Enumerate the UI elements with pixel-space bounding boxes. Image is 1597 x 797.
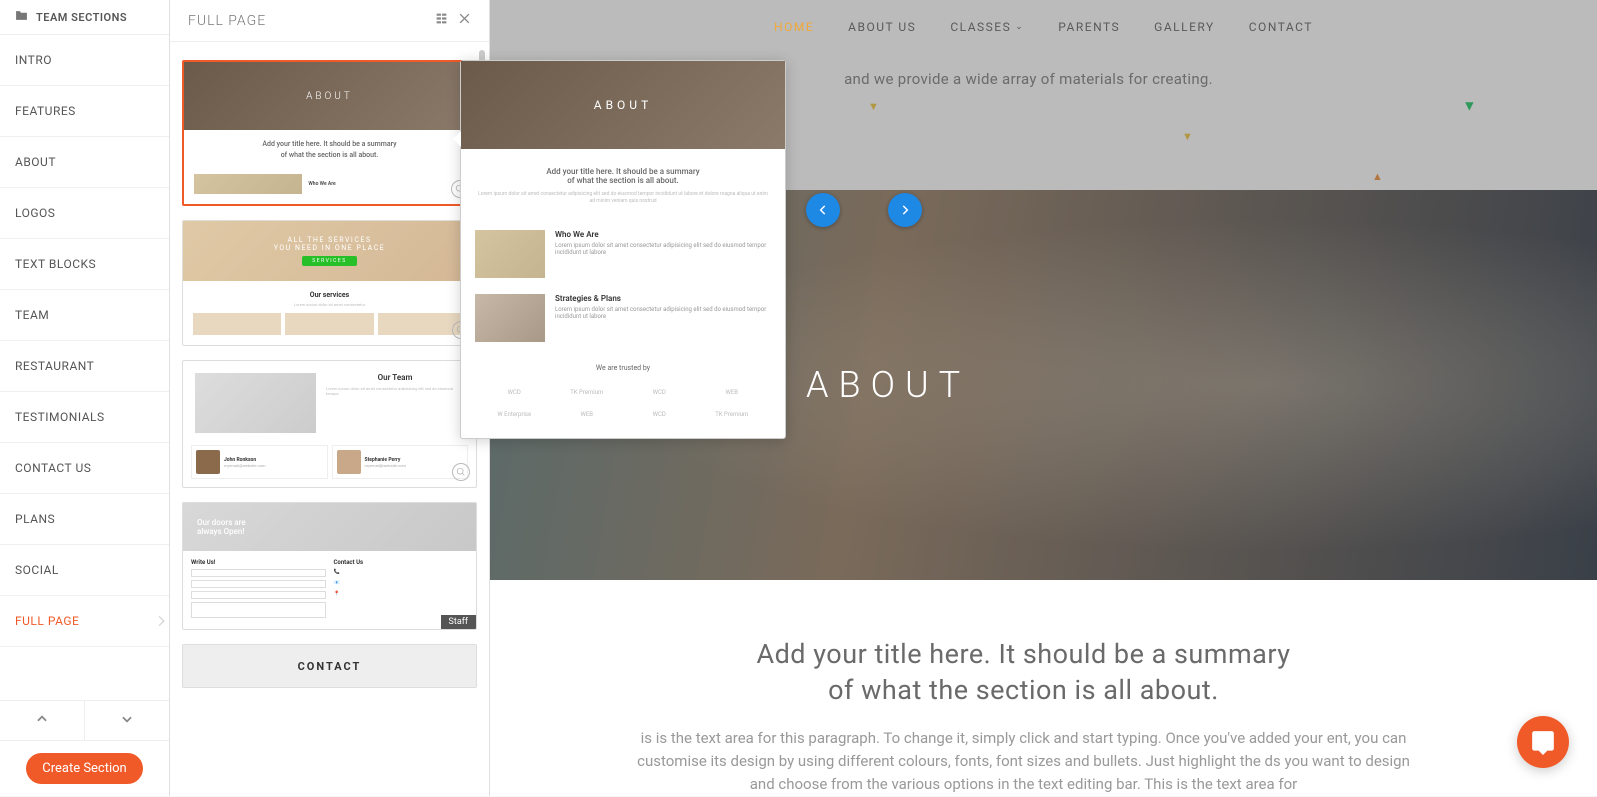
folder-icon — [15, 10, 28, 24]
thumb-about-hero: ABOUT — [184, 62, 475, 130]
thumb-doors-hero: Our doors are always Open! — [183, 503, 476, 551]
content-title-line2: of what the section is all about. — [828, 674, 1219, 706]
sidebar-item-fullpage[interactable]: FULL PAGE — [0, 596, 169, 647]
preview-logo: WEB — [699, 384, 766, 400]
thumb-contactus: Contact Us — [334, 559, 469, 566]
chevron-down-icon: ⌄ — [1015, 22, 1024, 32]
nav-down-button[interactable] — [85, 701, 169, 740]
sidebar-item-testimonials[interactable]: TESTIMONIALS — [0, 392, 169, 443]
sidebar-item-team[interactable]: TEAM — [0, 290, 169, 341]
nav-parents[interactable]: PARENTS — [1058, 20, 1120, 34]
thumb-about-who: Who We Are — [308, 181, 465, 187]
template-preview-popover: ABOUT Add your title here. It should be … — [460, 60, 786, 439]
template-thumb-contactdoors[interactable]: Our doors are always Open! Write Us! Con… — [182, 502, 477, 630]
panel-close-icon[interactable] — [458, 12, 471, 29]
template-thumb-contact[interactable]: CONTACT — [182, 644, 477, 688]
preview-title2: of what the section is all about. — [475, 176, 771, 185]
nav-gallery[interactable]: GALLERY — [1154, 20, 1215, 34]
section-templates-panel: FULL PAGE ABOUT Add your title here. It … — [170, 0, 490, 796]
sections-sidebar: TEAM SECTIONS INTRO FEATURES ABOUT LOGOS… — [0, 0, 170, 796]
preview-trust: We are trusted by — [461, 350, 785, 378]
sidebar-item-features[interactable]: FEATURES — [0, 86, 169, 137]
preview-hero: ABOUT — [461, 61, 785, 149]
create-section-button[interactable]: Create Section — [26, 753, 143, 784]
thumb-contact-hero: CONTACT — [183, 645, 476, 687]
sidebar-item-restaurant[interactable]: RESTAURANT — [0, 341, 169, 392]
sidebar-item-about[interactable]: ABOUT — [0, 137, 169, 188]
sidebar-item-textblocks[interactable]: TEXT BLOCKS — [0, 239, 169, 290]
sidebar-item-plans[interactable]: PLANS — [0, 494, 169, 545]
sidebar-item-intro[interactable]: INTRO — [0, 35, 169, 86]
carousel-prev-button[interactable] — [806, 193, 840, 227]
panel-grid-icon[interactable] — [435, 12, 448, 29]
staff-badge: Staff — [441, 615, 476, 629]
preview-logo: TK Premium — [699, 406, 766, 422]
nav-home[interactable]: HOME — [774, 20, 814, 34]
preview-logo: WCD — [481, 384, 548, 400]
template-thumb-about[interactable]: ABOUT Add your title here. It should be … — [182, 60, 477, 206]
zoom-icon[interactable] — [452, 463, 470, 481]
hero-title: ABOUT — [806, 364, 970, 406]
preview-row2-title: Strategies & Plans — [555, 294, 771, 303]
content-title-line1: Add your title here. It should be a summ… — [756, 638, 1290, 670]
thumb-about-line2: of what the section is all about. — [194, 151, 465, 159]
preview-logo: WCD — [626, 384, 693, 400]
thumb-writeus: Write Us! — [191, 559, 326, 566]
content-paragraph: is is the text area for this paragraph. … — [634, 727, 1414, 797]
nav-contact[interactable]: CONTACT — [1249, 20, 1313, 34]
sidebar-list: INTRO FEATURES ABOUT LOGOS TEXT BLOCKS T… — [0, 35, 169, 700]
preview-row1-title: Who We Are — [555, 230, 771, 239]
nav-classes[interactable]: CLASSES ⌄ — [950, 20, 1024, 34]
sidebar-item-contactus[interactable]: CONTACT US — [0, 443, 169, 494]
thumb-person2-name: Stephanie Perry — [365, 457, 407, 463]
site-nav: HOME ABOUT US CLASSES ⌄ PARENTS GALLERY … — [490, 0, 1597, 54]
template-thumb-team[interactable]: Our Team Lorem ipsum dolor sit amet cons… — [182, 360, 477, 488]
thumb-services-title: Our services — [193, 291, 466, 299]
sidebar-header: TEAM SECTIONS — [0, 0, 169, 35]
sidebar-bottom: Create Section — [0, 700, 169, 796]
carousel-next-button[interactable] — [888, 193, 922, 227]
sidebar-title: TEAM SECTIONS — [36, 11, 127, 24]
sidebar-item-social[interactable]: SOCIAL — [0, 545, 169, 596]
sidebar-item-logos[interactable]: LOGOS — [0, 188, 169, 239]
nav-about[interactable]: ABOUT US — [848, 20, 916, 34]
page-content[interactable]: Add your title here. It should be a summ… — [490, 636, 1557, 797]
chat-launcher-button[interactable] — [1517, 716, 1569, 768]
preview-logo: WCD — [626, 406, 693, 422]
thumb-services-hero: ALL THE SERVICES YOU NEED IN ONE PLACE S… — [183, 221, 476, 281]
template-thumb-services[interactable]: ALL THE SERVICES YOU NEED IN ONE PLACE S… — [182, 220, 477, 346]
thumb-about-line1: Add your title here. It should be a summ… — [194, 140, 465, 148]
preview-logo: W Enterprise — [481, 406, 548, 422]
panel-title: FULL PAGE — [188, 13, 266, 29]
preview-logo: TK Premium — [554, 384, 621, 400]
nav-up-button[interactable] — [0, 701, 85, 740]
preview-logo: WEB — [554, 406, 621, 422]
preview-title1: Add your title here. It should be a summ… — [475, 167, 771, 176]
thumb-team-title: Our Team — [326, 373, 464, 382]
